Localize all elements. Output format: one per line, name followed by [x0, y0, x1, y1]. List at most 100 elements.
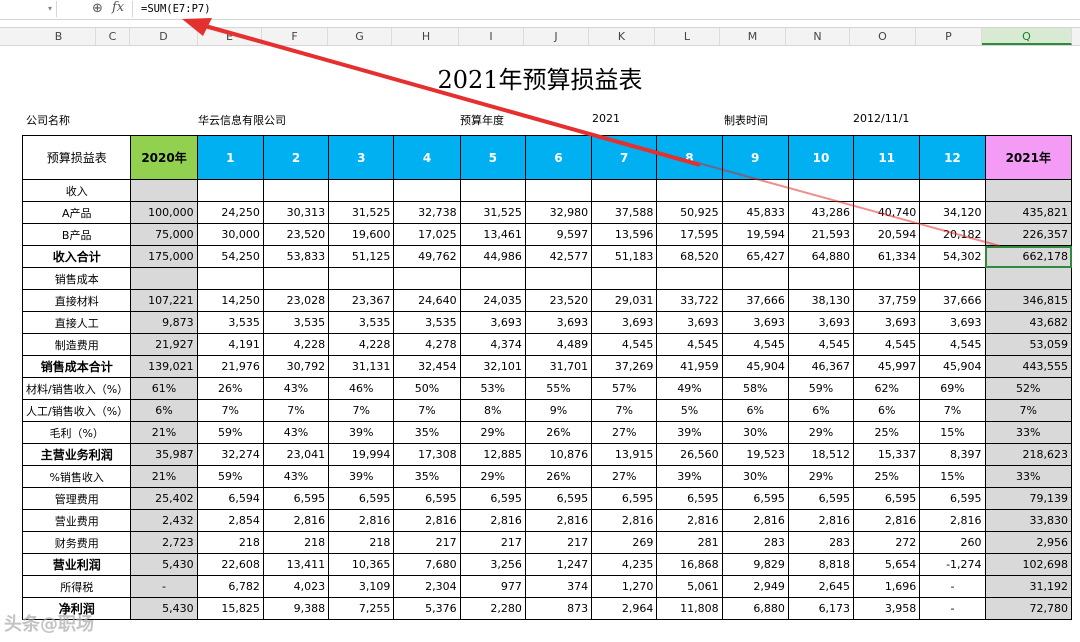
table-cell[interactable]: 65,427	[721, 245, 789, 268]
table-cell[interactable]: -	[919, 597, 986, 620]
table-cell[interactable]: 9%	[524, 399, 593, 422]
table-cell[interactable]: 32,738	[393, 201, 461, 224]
row-label[interactable]: 管理费用	[21, 487, 132, 510]
table-cell[interactable]: 62%	[853, 377, 921, 400]
table-cell[interactable]: 6,595	[591, 487, 658, 510]
header-month[interactable]: 6	[524, 135, 593, 180]
table-cell[interactable]: 22,608	[196, 553, 264, 576]
table-cell[interactable]: 79,139	[984, 487, 1073, 510]
table-cell[interactable]: 20,182	[919, 223, 986, 246]
table-cell[interactable]: 100,000	[130, 201, 198, 224]
table-cell[interactable]: 24,035	[459, 289, 526, 312]
table-cell[interactable]: 58%	[721, 377, 789, 400]
table-cell[interactable]	[984, 267, 1073, 290]
table-cell[interactable]: 8,397	[919, 443, 986, 466]
column-header[interactable]: I	[459, 28, 524, 45]
table-cell[interactable]: 13,411	[262, 553, 330, 576]
table-cell[interactable]: 3,693	[919, 311, 986, 334]
table-cell[interactable]: 40,740	[853, 201, 921, 224]
table-cell[interactable]: 5%	[656, 399, 723, 422]
table-cell[interactable]: 6,595	[787, 487, 855, 510]
table-cell[interactable]: 6,595	[328, 487, 395, 510]
table-cell[interactable]: 24,250	[196, 201, 264, 224]
table-cell[interactable]: 75,000	[130, 223, 198, 246]
table-cell[interactable]: 4,545	[656, 333, 723, 356]
table-cell[interactable]: 23,028	[262, 289, 330, 312]
table-cell[interactable]: 4,545	[591, 333, 658, 356]
table-cell[interactable]: 61%	[130, 377, 198, 400]
table-cell[interactable]: 4,545	[853, 333, 921, 356]
table-cell[interactable]: 15,825	[196, 597, 264, 620]
table-cell[interactable]: 31,192	[984, 575, 1073, 598]
table-cell[interactable]: 50%	[393, 377, 461, 400]
table-cell[interactable]: 43%	[262, 465, 330, 488]
table-cell[interactable]: 6,595	[656, 487, 723, 510]
table-cell[interactable]: 26,560	[656, 443, 723, 466]
table-cell[interactable]: 23,520	[262, 223, 330, 246]
table-cell[interactable]: 2,645	[787, 575, 855, 598]
table-cell[interactable]: 6,782	[196, 575, 264, 598]
table-cell[interactable]: 21,927	[130, 333, 198, 356]
table-cell[interactable]: 2,723	[130, 531, 198, 554]
table-cell[interactable]	[393, 267, 461, 290]
table-cell[interactable]: -	[919, 575, 986, 598]
table-cell[interactable]: 13,915	[591, 443, 658, 466]
table-cell[interactable]: 2,816	[787, 509, 855, 532]
table-cell[interactable]: 9,597	[524, 223, 593, 246]
table-cell[interactable]: 30%	[721, 465, 789, 488]
column-header[interactable]: P	[916, 28, 982, 45]
table-cell[interactable]: 1,696	[853, 575, 921, 598]
table-cell[interactable]: 43,682	[984, 311, 1073, 334]
table-cell[interactable]	[919, 267, 986, 290]
table-cell[interactable]: 218	[196, 531, 264, 554]
table-cell[interactable]: 23,520	[524, 289, 593, 312]
row-label[interactable]: 财务费用	[21, 531, 132, 554]
table-cell[interactable]: 7,255	[328, 597, 395, 620]
fx-icon[interactable]: fx	[112, 0, 124, 15]
table-cell[interactable]: 27%	[591, 421, 658, 444]
column-header[interactable]: B	[22, 28, 96, 45]
table-cell[interactable]: 2,816	[656, 509, 723, 532]
table-cell[interactable]: 2,816	[721, 509, 789, 532]
row-label[interactable]: 人工/销售收入（%）	[21, 399, 132, 422]
table-cell[interactable]: 6,173	[787, 597, 855, 620]
table-cell[interactable]: 26%	[196, 377, 264, 400]
table-cell[interactable]: 35,987	[130, 443, 198, 466]
table-cell[interactable]: 24,640	[393, 289, 461, 312]
table-cell[interactable]: 33%	[984, 421, 1073, 444]
table-cell[interactable]: 21,976	[196, 355, 264, 378]
table-cell[interactable]: 374	[524, 575, 593, 598]
table-cell[interactable]: 49%	[656, 377, 723, 400]
table-cell[interactable]: 43%	[262, 421, 330, 444]
table-cell[interactable]: 54,302	[919, 245, 986, 268]
table-cell[interactable]: 2,854	[196, 509, 264, 532]
table-cell[interactable]: 2,816	[919, 509, 986, 532]
column-header[interactable]: M	[720, 28, 786, 45]
table-cell[interactable]: 39%	[656, 421, 723, 444]
table-cell[interactable]: 2,280	[459, 597, 526, 620]
table-cell[interactable]: 13,461	[459, 223, 526, 246]
table-cell[interactable]: 72,780	[984, 597, 1073, 620]
table-cell[interactable]: 7%	[196, 399, 264, 422]
table-cell[interactable]: 45,833	[721, 201, 789, 224]
table-cell[interactable]	[787, 179, 855, 202]
table-cell[interactable]: 5,430	[130, 597, 198, 620]
table-cell[interactable]: 19,994	[328, 443, 395, 466]
table-cell[interactable]: 3,535	[393, 311, 461, 334]
table-cell[interactable]: 3,535	[328, 311, 395, 334]
table-cell[interactable]: 17,025	[393, 223, 461, 246]
table-cell[interactable]: 18,512	[787, 443, 855, 466]
table-cell[interactable]: 10,876	[524, 443, 593, 466]
table-cell[interactable]: 33,722	[656, 289, 723, 312]
table-cell[interactable]: 17,308	[393, 443, 461, 466]
table-cell[interactable]: 2,304	[393, 575, 461, 598]
table-cell[interactable]: 20,594	[853, 223, 921, 246]
column-header[interactable]: J	[524, 28, 589, 45]
header-month[interactable]: 1	[196, 135, 264, 180]
column-header[interactable]: N	[786, 28, 850, 45]
table-cell[interactable]	[656, 179, 723, 202]
table-cell[interactable]: 53%	[459, 377, 526, 400]
table-cell[interactable]: 6%	[853, 399, 921, 422]
row-label[interactable]: 所得税	[21, 575, 132, 598]
table-cell[interactable]: 42,577	[524, 245, 593, 268]
